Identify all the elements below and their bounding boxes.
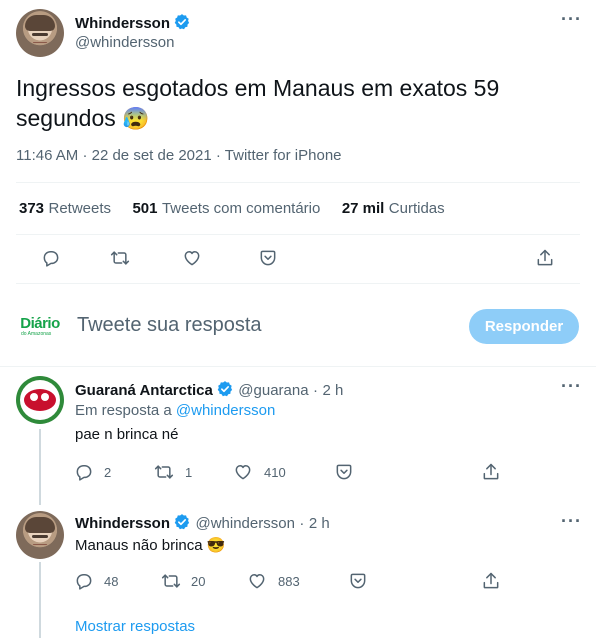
replying-to-prefix: Em resposta a bbox=[75, 402, 172, 419]
verified-icon bbox=[216, 380, 234, 398]
verified-icon bbox=[173, 513, 191, 531]
tweet-text-line1: Ingressos esgotados em Manaus em exatos … bbox=[16, 75, 500, 101]
reply-header: Guaraná Antarctica @guarana · 2 h bbox=[75, 380, 343, 400]
retweet-count: 1 bbox=[185, 465, 193, 480]
meta-separator: · bbox=[313, 382, 319, 399]
tweet-text: Ingressos esgotados em Manaus em exatos … bbox=[16, 73, 576, 134]
compose-avatar-logo: Diário bbox=[20, 314, 60, 332]
likes-label: Curtidas bbox=[388, 200, 445, 217]
meta-separator: · bbox=[299, 515, 305, 532]
reply-header: Whindersson @whindersson · 2 h bbox=[75, 513, 330, 533]
more-icon[interactable]: ··· bbox=[561, 9, 582, 30]
quotes-count: 501 bbox=[132, 200, 158, 217]
tweet-meta: 11:46 AM · 22 de set de 2021 · Twitter f… bbox=[16, 147, 342, 164]
share-icon[interactable] bbox=[333, 461, 355, 483]
retweets-count: 373 bbox=[19, 200, 45, 217]
retweets-stat[interactable]: 373 Retweets bbox=[19, 200, 111, 217]
retweets-label: Retweets bbox=[48, 200, 112, 217]
likes-count: 27 mil bbox=[341, 200, 385, 217]
meta-separator: · bbox=[215, 147, 221, 164]
reply-author-handle[interactable]: @guarana bbox=[238, 382, 308, 399]
meta-separator: · bbox=[82, 147, 88, 164]
reply-author-name[interactable]: Guaraná Antarctica bbox=[75, 382, 213, 399]
replying-to: Em resposta a @whindersson bbox=[75, 402, 275, 419]
compose-avatar-subtext: do Amazonas bbox=[21, 330, 52, 337]
compose-avatar[interactable]: Diário do Amazonas bbox=[16, 302, 64, 350]
tweet-date[interactable]: 22 de set de 2021 bbox=[92, 147, 212, 164]
reply-author-name[interactable]: Whindersson bbox=[75, 515, 170, 532]
guarana-logo-icon bbox=[20, 380, 60, 420]
retweet-icon[interactable] bbox=[153, 461, 175, 483]
tweet-time[interactable]: 11:46 AM bbox=[16, 147, 78, 164]
reply-avatar[interactable] bbox=[16, 376, 64, 424]
author-name[interactable]: Whindersson bbox=[75, 15, 170, 32]
reply-button[interactable]: Responder bbox=[469, 309, 579, 344]
reply-avatar[interactable] bbox=[16, 511, 64, 559]
quotes-stat[interactable]: 501 Tweets com comentário bbox=[132, 200, 320, 217]
like-icon[interactable] bbox=[232, 461, 254, 483]
like-icon[interactable] bbox=[181, 247, 203, 269]
share-icon[interactable] bbox=[257, 247, 279, 269]
more-icon[interactable]: ··· bbox=[561, 511, 582, 532]
like-count: 883 bbox=[278, 574, 300, 589]
divider bbox=[16, 234, 580, 235]
reply-icon[interactable] bbox=[73, 461, 95, 483]
thread-line bbox=[39, 562, 41, 638]
replying-to-handle[interactable]: @whindersson bbox=[176, 402, 275, 419]
quotes-label: Tweets com comentário bbox=[161, 200, 321, 217]
author-avatar[interactable] bbox=[16, 9, 64, 57]
author-name-row[interactable]: Whindersson bbox=[75, 13, 191, 33]
retweet-count: 20 bbox=[191, 574, 206, 589]
reply-time[interactable]: 2 h bbox=[309, 515, 330, 532]
divider bbox=[0, 366, 596, 367]
divider bbox=[16, 182, 580, 183]
reply-text-body: Manaus não brinca bbox=[75, 537, 203, 554]
reply-count: 48 bbox=[104, 574, 119, 589]
upload-icon[interactable] bbox=[480, 570, 502, 592]
upload-icon[interactable] bbox=[534, 247, 556, 269]
reply-text: pae n brinca né bbox=[75, 426, 179, 443]
tweet-emoji: 😰 bbox=[122, 106, 150, 131]
reply-text: Manaus não brinca 😎 bbox=[75, 536, 225, 554]
tweet-text-line2: segundos bbox=[16, 105, 116, 131]
likes-stat[interactable]: 27 mil Curtidas bbox=[342, 200, 445, 217]
more-icon[interactable]: ··· bbox=[561, 376, 582, 397]
author-handle[interactable]: @whindersson bbox=[75, 34, 174, 51]
reply-emoji: 😎 bbox=[206, 537, 226, 554]
share-icon[interactable] bbox=[347, 570, 369, 592]
like-count: 410 bbox=[264, 465, 286, 480]
reply-author-handle[interactable]: @whindersson bbox=[195, 515, 294, 532]
upload-icon[interactable] bbox=[480, 461, 502, 483]
reply-time[interactable]: 2 h bbox=[322, 382, 343, 399]
retweet-icon[interactable] bbox=[160, 570, 182, 592]
reply-count: 2 bbox=[104, 465, 112, 480]
tweet-stats: 373 Retweets 501 Tweets com comentário 2… bbox=[19, 200, 445, 218]
thread-line bbox=[39, 429, 41, 505]
verified-icon bbox=[173, 13, 191, 31]
reply-icon[interactable] bbox=[73, 570, 95, 592]
reply-input[interactable]: Tweete sua resposta bbox=[77, 314, 262, 337]
retweet-icon[interactable] bbox=[109, 247, 131, 269]
tweet-source[interactable]: Twitter for iPhone bbox=[225, 147, 342, 164]
show-replies-link[interactable]: Mostrar respostas bbox=[75, 618, 195, 635]
divider bbox=[16, 283, 580, 284]
reply-icon[interactable] bbox=[40, 247, 62, 269]
like-icon[interactable] bbox=[246, 570, 268, 592]
